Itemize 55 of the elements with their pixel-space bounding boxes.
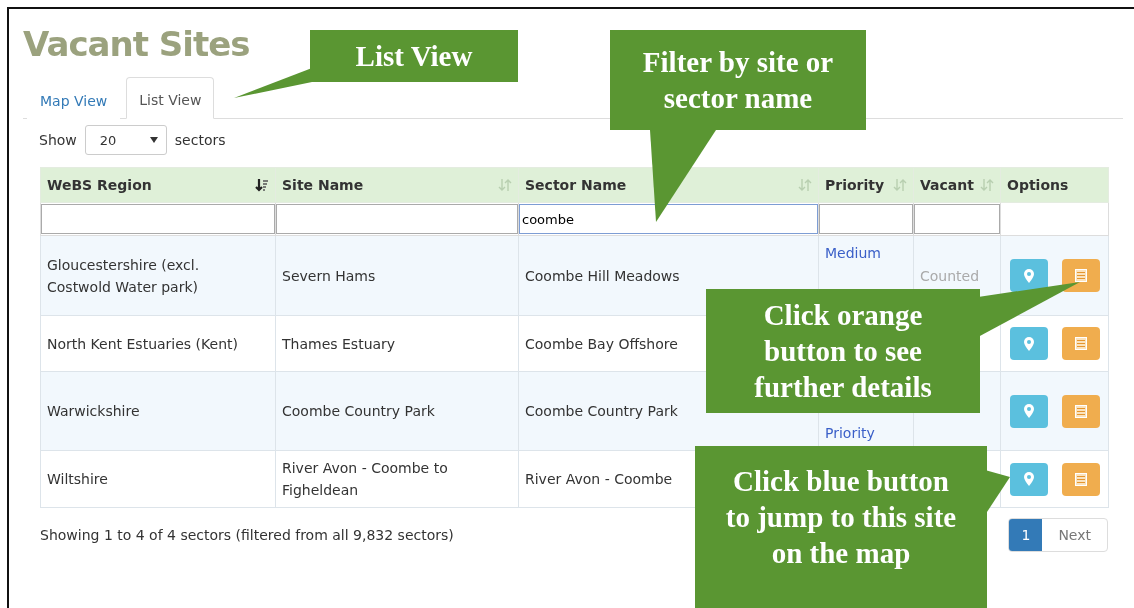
column-header[interactable]: Priority	[818, 167, 914, 203]
table-cell-text: North Kent Estuaries (Kent)	[47, 334, 238, 354]
table-cell-text: Warwickshire	[47, 402, 140, 421]
table-cell: Coombe Bay Offshore	[525, 335, 678, 352]
map-pin-icon	[1023, 268, 1034, 283]
filter-field[interactable]: coombe	[519, 204, 818, 234]
details-button[interactable]	[1061, 259, 1100, 292]
priority-link[interactable]: Priority	[825, 425, 875, 441]
callout: Click orange button to see further details	[706, 289, 980, 413]
page-size-select[interactable]: 20	[84, 125, 167, 155]
column-header[interactable]: Sector Name	[518, 167, 819, 203]
list-icon	[1074, 472, 1087, 486]
filter-field[interactable]	[819, 204, 913, 234]
column-header[interactable]: Vacant	[913, 167, 1001, 203]
list-icon	[1074, 269, 1087, 282]
priority-link[interactable]: Medium	[825, 245, 881, 261]
filter-field[interactable]	[914, 204, 1000, 234]
table-cell: Coombe Hill Meadows	[525, 267, 680, 284]
details-button[interactable]	[1061, 327, 1100, 360]
callout: List View	[310, 30, 518, 82]
sectors-label: sectors	[174, 132, 226, 148]
table-info: Showing 1 to 4 of 4 sectors (filtered from all 9,832 sectors)	[40, 527, 454, 543]
table-cell: River Avon - Coombe to Figheldean	[282, 460, 448, 498]
page-title: Vacant Sites	[23, 23, 250, 65]
vacant-status: Counted	[920, 267, 980, 284]
filter-field[interactable]	[41, 204, 275, 234]
show-label: Show	[39, 132, 77, 148]
table-cell-text: Gloucestershire (excl. Costwold Water park)	[47, 255, 201, 297]
table-cell-text: Wiltshire	[47, 470, 108, 489]
map-button[interactable]	[1009, 394, 1048, 428]
map-button[interactable]	[1009, 327, 1048, 360]
map-pin-icon	[1023, 336, 1034, 351]
dropdown-caret-icon	[149, 137, 158, 143]
table-cell: Coombe Country Park	[282, 403, 435, 419]
map-button[interactable]	[1009, 259, 1048, 292]
filter-field[interactable]	[276, 204, 518, 234]
details-button[interactable]	[1061, 462, 1100, 496]
tab[interactable]: List View	[126, 77, 215, 119]
table-cell: Severn Hams	[282, 267, 376, 284]
column-header[interactable]: Site Name	[275, 167, 519, 203]
table-cell: Thames Estuary	[282, 335, 396, 352]
column-header[interactable]: WeBS Region	[40, 167, 276, 203]
column-header: Options	[1000, 167, 1109, 203]
details-button[interactable]	[1061, 394, 1100, 428]
table-cell: River Avon - Coombe	[525, 471, 673, 487]
list-icon	[1074, 404, 1087, 418]
map-button[interactable]	[1009, 462, 1048, 496]
page-link[interactable]: 1	[1009, 519, 1043, 551]
next-link[interactable]: Next	[1042, 519, 1107, 551]
map-pin-icon	[1023, 472, 1034, 486]
list-icon	[1074, 337, 1087, 350]
callout: Click blue button to jump to this site on the map	[695, 446, 987, 608]
table-cell: Coombe Country Park	[525, 403, 678, 419]
sort-icon[interactable]	[255, 178, 269, 192]
map-pin-icon	[1023, 404, 1034, 418]
